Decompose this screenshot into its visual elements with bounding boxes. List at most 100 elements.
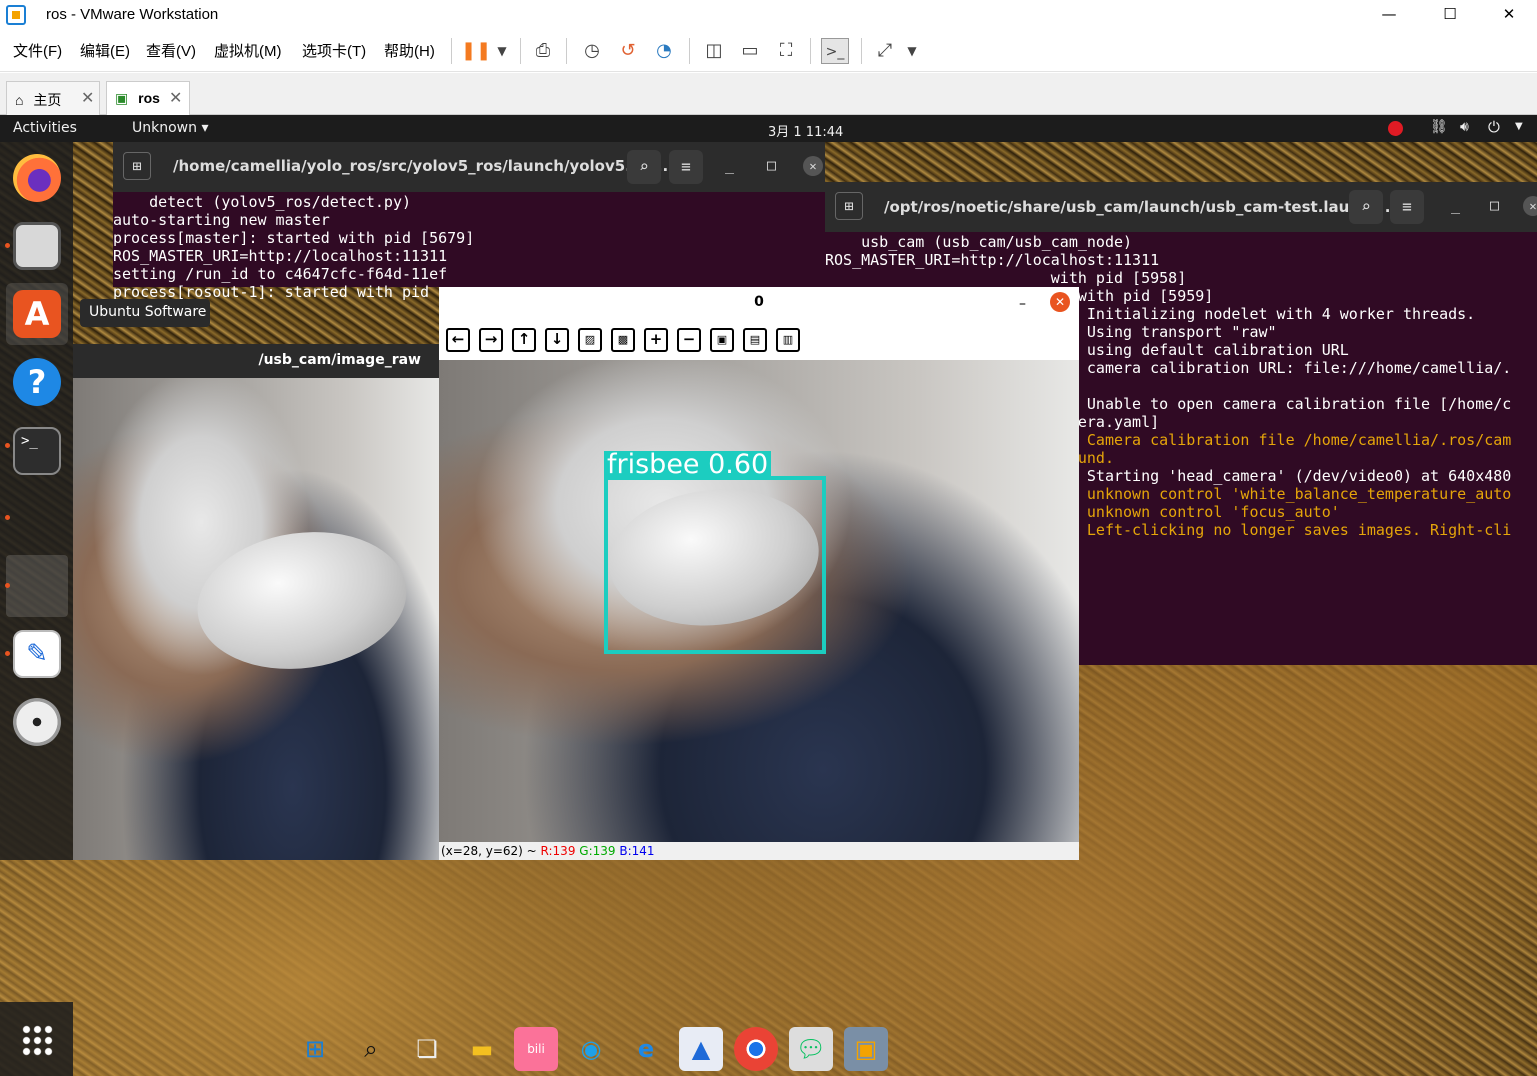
minimize-icon[interactable]: – [1019,296,1026,312]
vmware-tabbar: ⌂ 主页 ✕ ▣ ros ✕ [0,73,1537,115]
terminal-line: with pid [5958] [825,269,1187,287]
send-ctrl-alt-del-icon[interactable]: ⎙ [529,38,557,64]
network-icon[interactable]: ⛓ [1430,119,1448,135]
dock-tooltip: Ubuntu Software [80,299,210,327]
detection-bounding-box [604,476,826,654]
zoom-image-icon[interactable]: ▨ [578,328,602,352]
bilibili-icon[interactable]: bili [514,1027,558,1071]
pan-up-icon[interactable]: ↑ [512,328,536,352]
help-icon[interactable]: ? [13,358,61,406]
edge-icon[interactable]: ◉ [569,1027,613,1071]
save-icon[interactable]: ▣ [710,328,734,352]
new-tab-icon[interactable]: ⊞ [835,192,863,220]
menu-view[interactable]: 查看(V) [146,40,196,61]
chevron-down-icon[interactable]: ▼ [898,38,926,64]
detection-label: frisbee 0.60 [604,451,772,478]
activities-button[interactable]: Activities [13,120,77,136]
firefox-icon[interactable] [13,154,61,202]
copy-icon[interactable]: ▤ [743,328,767,352]
chevron-down-icon[interactable]: ▼ [488,38,516,64]
zoom-fit-icon[interactable]: ▩ [611,328,635,352]
pause-icon[interactable]: ❚❚ [461,38,491,64]
sidebar-view-icon[interactable]: ◫ [700,38,728,64]
close-icon[interactable]: ✕ [1050,292,1070,312]
tab-ros-label: ros [138,90,160,106]
console-view-icon[interactable]: >_ [821,38,849,64]
dvd-icon[interactable] [13,698,61,746]
detection-window[interactable]: 0 – ✕ ← → ↑ ↓ ▨ ▩ + − ▣ ▤ ▥ frisbee 0.60 [439,287,1079,860]
tab-ros[interactable]: ▣ ros ✕ [106,81,190,115]
thumbnail-view-icon[interactable]: ▭ [736,38,764,64]
chevron-down-icon[interactable]: ▼ [1515,121,1523,132]
show-apps-icon[interactable] [21,1024,53,1056]
minimize-icon[interactable]: _ [725,156,734,174]
terminal-header: ⊞ /home/camellia/yolo_ros/src/yolov5_ros… [113,142,825,192]
search-icon[interactable]: ⌕ [627,150,661,184]
chrome-icon[interactable] [734,1027,778,1071]
pan-left-icon[interactable]: ← [446,328,470,352]
vmware-app-icon [6,5,26,25]
menu-vm[interactable]: 虚拟机(M) [214,40,282,61]
vm-icon: ▣ [115,90,129,106]
running-indicator [5,583,10,588]
terminal-icon[interactable]: >_ [13,427,61,475]
minimize-icon[interactable]: _ [1451,196,1460,214]
task-view-icon[interactable]: ❏ [405,1027,449,1071]
windows-start-icon[interactable]: ⊞ [293,1027,337,1071]
files-icon[interactable] [13,222,61,270]
minimize-button[interactable]: — [1366,0,1412,30]
running-indicator [5,243,10,248]
fullscreen-icon[interactable]: ⤢ [871,38,899,64]
terminal-window-yolov5[interactable]: ⊞ /home/camellia/yolo_ros/src/yolov5_ros… [113,142,825,301]
close-icon[interactable]: ✕ [169,88,182,108]
terminal-line: ROS_MASTER_URI=http://localhost:11311 [113,247,448,265]
menu-help[interactable]: 帮助(H) [384,40,435,61]
maximize-button[interactable]: ☐ [1427,0,1473,30]
close-icon[interactable]: ✕ [803,156,823,176]
fit-guest-icon[interactable]: ⛶ [772,38,800,64]
pan-down-icon[interactable]: ↓ [545,328,569,352]
image-toolbar: ← → ↑ ↓ ▨ ▩ + − ▣ ▤ ▥ [439,317,1079,360]
tab-home[interactable]: ⌂ 主页 ✕ [6,81,100,115]
image-raw-window[interactable]: /usb_cam/image_raw [73,344,439,860]
close-button[interactable]: ✕ [1486,0,1532,30]
vmware-taskbar-icon[interactable]: ▣ [844,1027,888,1071]
hamburger-menu-icon[interactable]: ≡ [1390,190,1424,224]
text-editor-icon[interactable]: ✎ [13,630,61,678]
snapshot-manager-icon[interactable]: ◔ [650,38,678,64]
revert-snapshot-icon[interactable]: ↺ [614,38,642,64]
tab-home-label: 主页 [33,92,62,108]
search-icon[interactable]: ⌕ [1349,190,1383,224]
zoom-in-icon[interactable]: + [644,328,668,352]
volume-icon[interactable]: 🔊︎ [1460,119,1469,135]
close-icon[interactable]: ✕ [1523,196,1537,216]
properties-icon[interactable]: ▥ [776,328,800,352]
terminal-line: process[master]: started with pid [5679] [113,229,475,247]
menu-edit[interactable]: 编辑(E) [80,40,130,61]
toolbar-separator [451,38,452,64]
file-explorer-icon[interactable]: ▬ [460,1027,504,1071]
ie-icon[interactable]: e [624,1027,668,1071]
new-tab-icon[interactable]: ⊞ [123,152,151,180]
ubuntu-software-icon[interactable]: A [13,290,61,338]
home-icon: ⌂ [15,92,24,108]
app-menu[interactable]: Unknown ▾ [132,120,208,136]
photos-icon[interactable]: ▲ [679,1027,723,1071]
recording-indicator-icon[interactable] [1388,121,1403,136]
snapshot-icon[interactable]: ◷ [578,38,606,64]
menu-file[interactable]: 文件(F) [13,40,62,61]
menu-tabs[interactable]: 选项卡(T) [302,40,366,61]
running-indicator [5,651,10,656]
close-icon[interactable]: ✕ [81,88,94,108]
clock[interactable]: 3月 1 11:44 [768,121,843,140]
dock-active-app[interactable] [6,555,68,617]
hamburger-menu-icon[interactable]: ≡ [669,150,703,184]
power-icon[interactable]: ⏻ [1488,118,1500,136]
wechat-icon[interactable]: 💬︎ [789,1027,833,1071]
search-icon[interactable]: ⌕ [349,1027,393,1071]
zoom-out-icon[interactable]: − [677,328,701,352]
maximize-icon[interactable]: □ [767,156,776,174]
terminal-line: setting /run_id to c4647cfc-f64d-11ef [113,265,448,283]
pan-right-icon[interactable]: → [479,328,503,352]
maximize-icon[interactable]: □ [1490,196,1499,214]
